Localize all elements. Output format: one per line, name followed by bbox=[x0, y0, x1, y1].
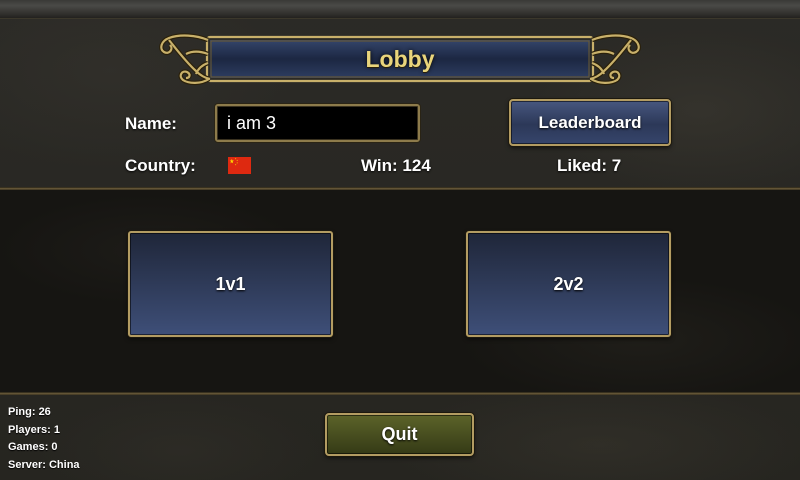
server-label: Server: bbox=[8, 458, 46, 471]
liked-value: 7 bbox=[611, 156, 622, 175]
players-label: Players: bbox=[8, 423, 51, 436]
server-value: China bbox=[48, 458, 80, 471]
games-value: 0 bbox=[51, 441, 58, 453]
server-status: Ping: 26 Players: 1 Games: 0 Server: Chi… bbox=[8, 404, 80, 474]
leaderboard-button[interactable]: Leaderboard bbox=[509, 99, 671, 146]
flag-graphic bbox=[228, 157, 251, 174]
ping-line: Ping: 26 bbox=[8, 404, 80, 422]
win-value: 124 bbox=[402, 156, 431, 175]
lobby-screen: Lobby Name: Leaderboard Country: Win: 12… bbox=[0, 0, 800, 480]
china-flag-icon bbox=[228, 157, 251, 174]
ping-label: Ping: bbox=[8, 406, 36, 418]
name-input[interactable] bbox=[215, 104, 420, 142]
title-ornament-right bbox=[590, 36, 639, 83]
ping-value: 26 bbox=[38, 406, 51, 418]
top-border bbox=[0, 0, 800, 19]
divider-bottom bbox=[0, 392, 800, 395]
quit-button[interactable]: Quit bbox=[325, 413, 474, 456]
page-title: Lobby bbox=[365, 46, 435, 72]
mode-1v1-button[interactable]: 1v1 bbox=[128, 231, 333, 337]
players-line: Players: 1 bbox=[8, 422, 80, 440]
country-label: Country: bbox=[125, 156, 196, 175]
server-line: Server: China bbox=[8, 457, 80, 475]
mode-2v2-button[interactable]: 2v2 bbox=[466, 231, 671, 337]
game-mode-panel: 1v1 2v2 bbox=[0, 190, 800, 392]
flag-field bbox=[228, 157, 251, 174]
games-line: Games: 0 bbox=[8, 439, 80, 457]
win-stat: Win: 124 bbox=[361, 156, 431, 176]
players-value: 1 bbox=[53, 423, 60, 436]
name-label: Name: bbox=[125, 114, 177, 133]
liked-stat: Liked: 7 bbox=[557, 156, 621, 176]
title-ornament-left bbox=[161, 36, 210, 83]
liked-label: Liked: bbox=[557, 156, 608, 175]
games-label: Games: bbox=[8, 441, 49, 453]
title-banner: Lobby bbox=[150, 32, 650, 86]
win-label: Win: bbox=[361, 156, 398, 175]
